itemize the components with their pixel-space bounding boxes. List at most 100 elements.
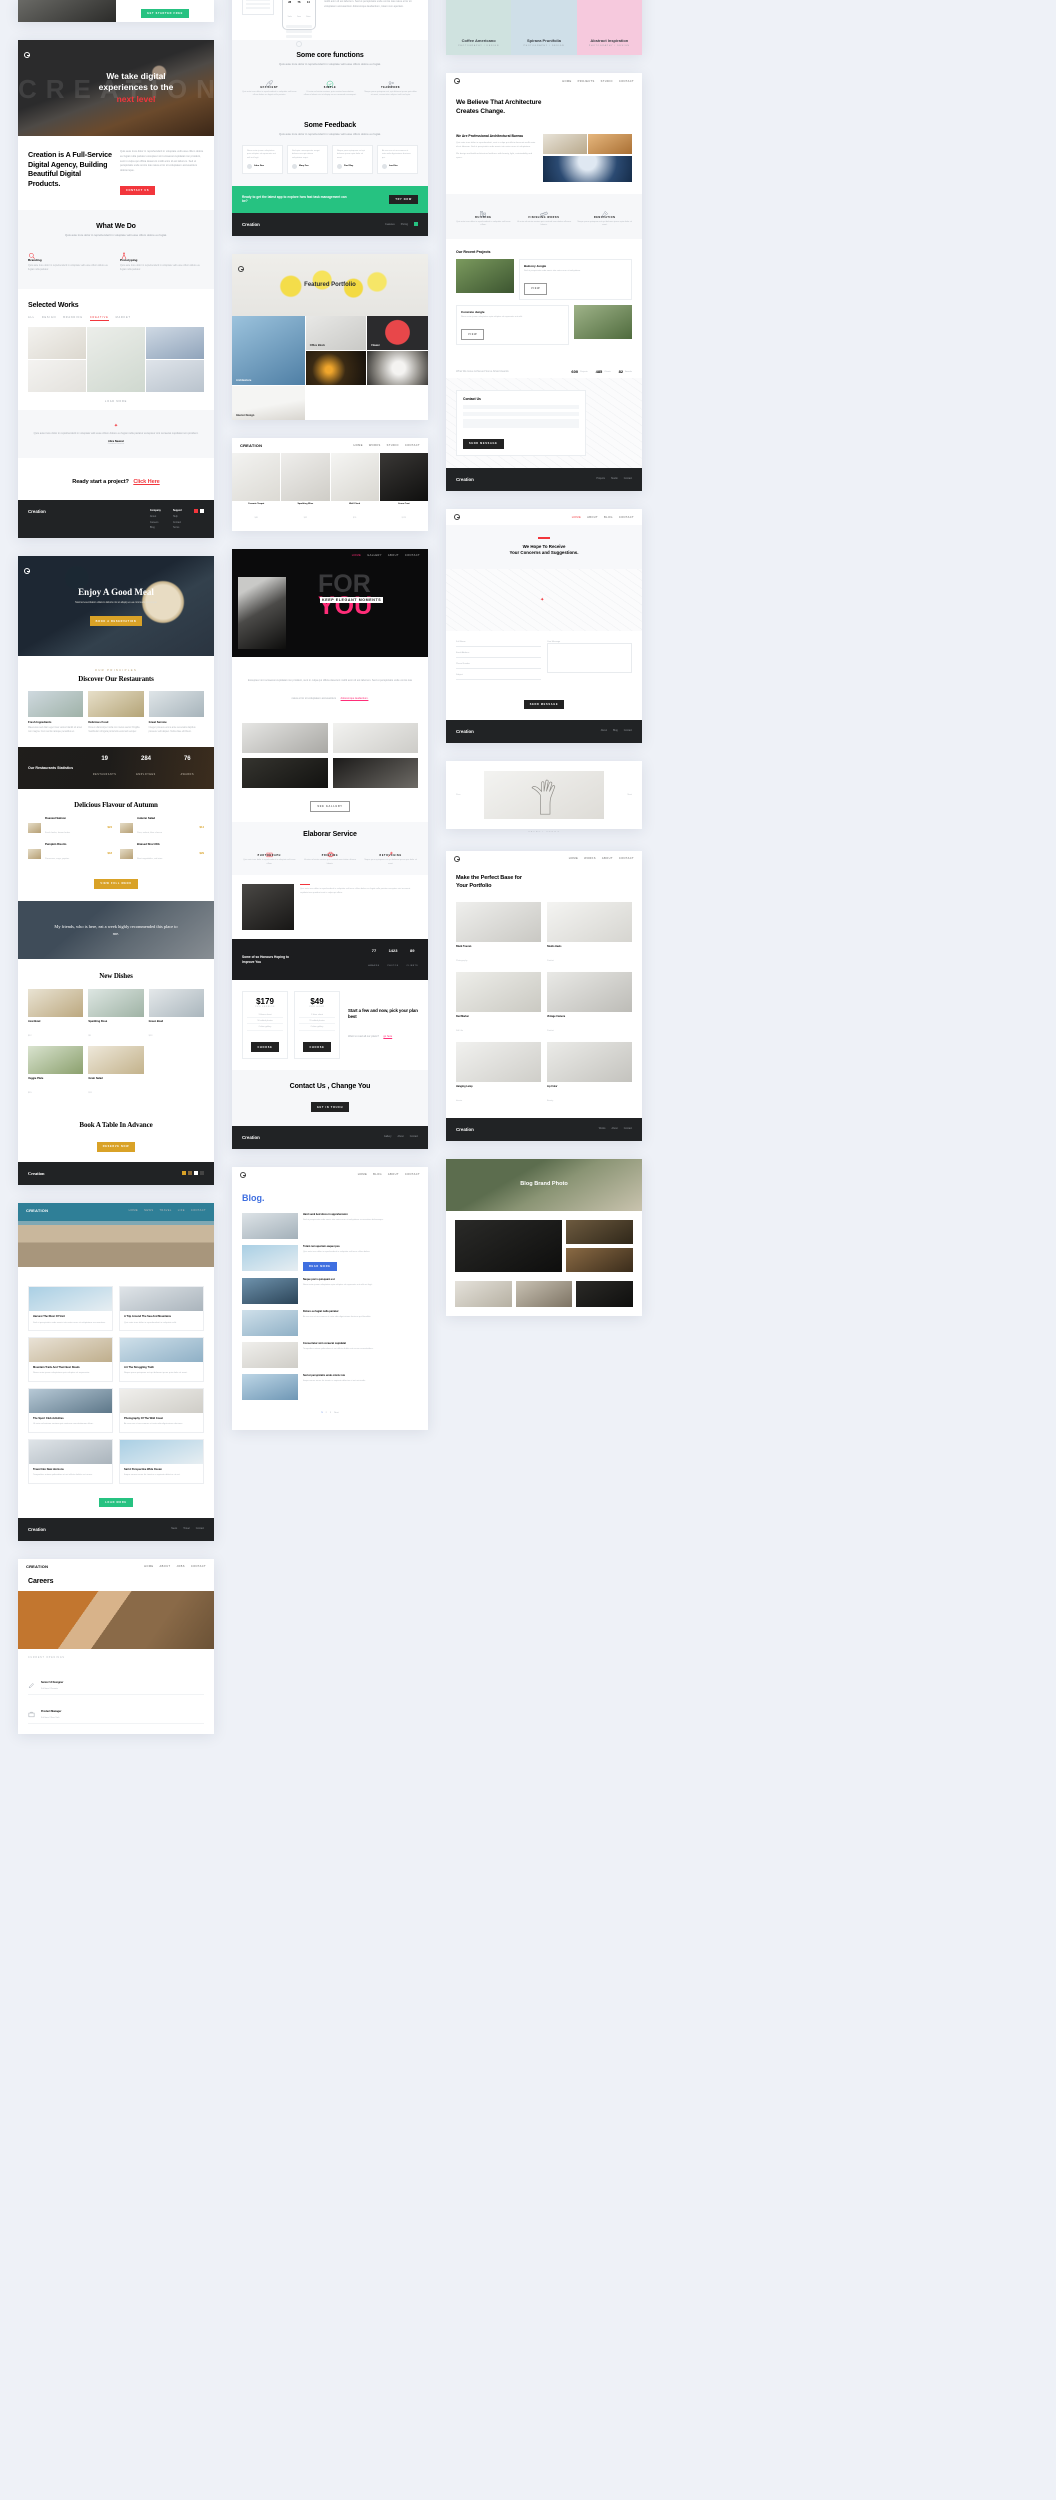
work-tile[interactable] [146, 359, 204, 392]
footer-link[interactable]: Blog [613, 729, 618, 732]
footer-link[interactable]: Projects [596, 477, 605, 480]
agency-cta-link[interactable]: Click Here [133, 479, 159, 485]
nav-link[interactable]: Contact [619, 516, 634, 519]
footer-link[interactable]: Help [173, 515, 182, 518]
menu-row[interactable]: Roasted Salmon Fresh herbs, lemon butter … [28, 817, 112, 838]
consumers-logo[interactable] [454, 514, 460, 521]
restaurant-reserve-button[interactable]: Book A Reservation [89, 616, 143, 626]
gallery-tile[interactable] [242, 758, 328, 789]
footer-link[interactable]: Contact [624, 477, 632, 480]
footer-link[interactable]: Contact [410, 1135, 418, 1138]
nav-link[interactable]: Contact [405, 1173, 420, 1176]
restaurant-book-button[interactable]: Reserve Now [96, 1142, 136, 1152]
nav-link[interactable]: Life [178, 1209, 185, 1212]
footer-link[interactable]: About [398, 1135, 404, 1138]
work-tile[interactable] [28, 326, 86, 359]
template-card-hands[interactable]: Prev Next [446, 760, 642, 829]
portfolio-item[interactable]: Lip Color Beauty [547, 1042, 632, 1106]
page-3[interactable]: 3 [330, 1412, 331, 1414]
project-button[interactable]: View [461, 328, 485, 341]
nav-link[interactable]: Home [562, 80, 571, 83]
template-card-architecture[interactable]: Home Projects Studio Contact We Believe … [446, 73, 642, 492]
footer-link[interactable]: About [601, 729, 607, 732]
price-button[interactable]: Choose [251, 1042, 279, 1052]
fullname-input[interactable] [456, 643, 541, 647]
partial-cta-button[interactable]: Get Started Free [140, 8, 189, 18]
template-card-agency[interactable]: CREATION We take digital experiences to … [18, 40, 214, 539]
message-textarea[interactable] [547, 642, 632, 673]
nav-link[interactable]: Contact [191, 1565, 206, 1568]
nav-link[interactable]: About [160, 1565, 171, 1568]
shop-image[interactable] [566, 1220, 633, 1245]
post-card[interactable]: Art The Struggling Truth Neque porro quis… [119, 1337, 204, 1383]
nav-link[interactable]: Home [352, 554, 361, 557]
price-card[interactable]: $179 Per Session 3 Hours shoot 50 edited … [242, 991, 288, 1059]
price-button[interactable]: Choose [303, 1042, 331, 1052]
post-card[interactable]: Sail A Perspective Wide Ocean Itaque earu… [119, 1438, 204, 1484]
template-card-baseport[interactable]: Home Works About Contact Make the Perfec… [446, 850, 642, 1142]
dish-item[interactable]: Veggie Plate $15 [28, 1046, 84, 1098]
footer-link[interactable]: Terms [173, 526, 182, 529]
page-next[interactable]: Next [334, 1412, 339, 1414]
footer-link[interactable]: Studio [611, 477, 618, 480]
nav-link[interactable]: Contact [405, 554, 420, 557]
service-item[interactable]: Printing Ut enim ad minim veniam quis nos… [303, 845, 358, 866]
footer-link[interactable]: About [150, 515, 161, 518]
nav-link[interactable]: News [144, 1209, 153, 1212]
footer-link[interactable]: Gallery [384, 1135, 392, 1138]
blog2-row[interactable]: Sed ut perspiciatis unde omnis iste Itaqu… [242, 1374, 418, 1401]
portfolio-item[interactable]: Studio Heels Product [547, 902, 632, 966]
core-item[interactable]: Teamwork Neque porro quisquam est, qui do… [363, 75, 418, 98]
core-item[interactable]: Efficient Quis aute irure dolor in repreh… [242, 75, 297, 98]
pastel-card-flower[interactable]: Spiraea Prunifolia Photography / Design [511, 0, 577, 55]
service-item[interactable]: Branding Quis aute irure dolor in repreh… [28, 247, 112, 273]
nav-link[interactable]: Gallery [367, 554, 382, 557]
template-card-foryou[interactable]: Creation Home Gallery About Contact FOR … [232, 549, 428, 1149]
architecture-image[interactable] [588, 134, 632, 155]
work-tile[interactable] [87, 326, 145, 392]
architecture-logo[interactable] [454, 78, 460, 84]
nav-link[interactable]: Home [569, 857, 578, 860]
nav-link[interactable]: Home [572, 516, 581, 519]
footer-link[interactable]: Contact [173, 521, 182, 524]
product-card[interactable] [232, 453, 281, 502]
post-card[interactable]: Harvest The River Of Visit Sed ut perspic… [28, 1286, 113, 1332]
project-button[interactable]: View [524, 283, 548, 295]
pillar-item[interactable]: Renovation Neque porro quisquam est qui d… [577, 205, 632, 228]
load-more-button[interactable]: Load More [105, 400, 127, 403]
work-tile[interactable] [28, 359, 86, 392]
subject-input[interactable] [456, 676, 541, 680]
nav-link[interactable]: Contact [619, 80, 634, 83]
product-card[interactable] [281, 453, 330, 502]
nav-link[interactable]: Works [369, 444, 381, 447]
job-row[interactable]: Senior UI Designer Full time / Remote [28, 1666, 204, 1695]
template-card-restaurant[interactable]: Enjoy A Good Meal Nostrud exercitation u… [18, 556, 214, 1186]
filter-creative[interactable]: Creative [89, 316, 109, 321]
portfolio-tile[interactable] [305, 351, 367, 386]
portfolio-item[interactable]: Vintage Camera Product [547, 972, 632, 1036]
product-card[interactable] [379, 453, 428, 502]
post-card[interactable]: A Trip Around The Sea And Mountains Quis … [119, 1286, 204, 1332]
portfolio-tile[interactable]: Flower [367, 316, 428, 351]
restaurant-card[interactable]: Great Service Integer posuere erat a ant… [148, 691, 204, 734]
template-card-careers[interactable]: Creation Home About Jobs Contact Careers… [18, 1558, 214, 1734]
nav-link[interactable]: Home [129, 1209, 138, 1212]
nav-link[interactable]: About [388, 554, 399, 557]
menu-row[interactable]: Autumn Salad Pear, walnut, blue cheese $1… [120, 817, 204, 838]
nav-link[interactable]: About [388, 1173, 399, 1176]
template-card-newspaper[interactable]: Creation Home News Travel Life Contact H… [18, 1203, 214, 1541]
shop-feature-image[interactable] [455, 1220, 563, 1273]
dish-item[interactable]: Grain Salad $11 [88, 1046, 144, 1098]
portfolio-item[interactable]: Red Marker Still Life [456, 972, 541, 1036]
nav-link[interactable]: Home [144, 1565, 153, 1568]
post-card[interactable]: Photography Of The Wild Coast At vero eos… [119, 1388, 204, 1433]
newspaper-load-more[interactable]: Load More [99, 1497, 133, 1508]
menu-row[interactable]: Braised Short Rib Root vegetables, red wi… [120, 843, 204, 864]
shop-image[interactable] [455, 1281, 512, 1308]
menu-row[interactable]: Pumpkin Risotto Parmesan, sage, pepitas $… [28, 843, 112, 864]
agency-logo[interactable] [24, 45, 30, 63]
foryou-intro-link[interactable]: doloremque laudantium. [341, 697, 369, 700]
footer-link[interactable]: Contact [196, 1527, 204, 1530]
portfolio-logo[interactable] [238, 259, 244, 277]
job-row[interactable]: Product Manager Full time / New York [28, 1695, 204, 1724]
